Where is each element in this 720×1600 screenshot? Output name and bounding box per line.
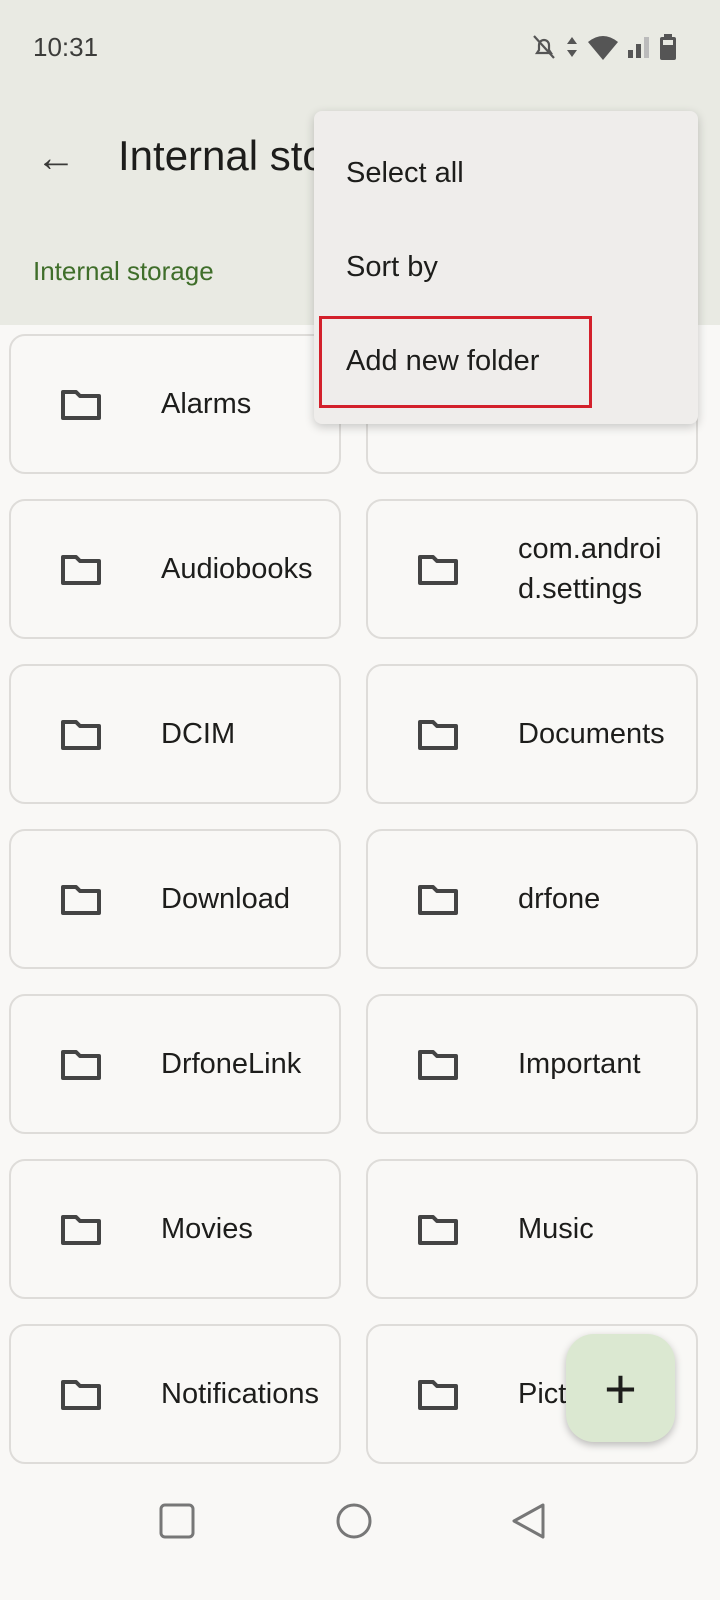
folder-name: Important [518,1048,641,1080]
data-arrows-icon [567,37,577,57]
folder-icon [418,885,458,915]
battery-icon [660,34,676,60]
menu-item-select-all[interactable]: Select all [346,157,464,190]
breadcrumb[interactable]: Internal storage [33,256,214,287]
folder-name: Alarms [161,388,252,420]
status-time: 10:31 [33,32,99,62]
folder-icon [61,885,101,915]
folder-card[interactable]: Movies [9,1159,341,1299]
folder-name: DCIM [161,718,236,750]
folder-card[interactable]: Documents [366,664,698,804]
folder-icon [61,1215,101,1245]
folder-card[interactable]: Music [366,1159,698,1299]
folder-name: Notifications [161,1378,319,1410]
folder-name: Movies [161,1213,253,1245]
folder-card[interactable]: Audiobooks [9,499,341,639]
folder-card[interactable]: Notifications [9,1324,341,1464]
folder-icon [61,1050,101,1080]
folder-name: drfone [518,883,601,915]
folder-name: DrfoneLink [161,1048,302,1080]
folder-card[interactable]: DrfoneLink [9,994,341,1134]
folder-name: Music [518,1213,594,1245]
back-nav-icon[interactable] [510,1502,546,1540]
home-icon[interactable] [335,1502,373,1540]
navigation-bar [0,1465,720,1600]
folder-icon [418,720,458,750]
folder-icon [61,720,101,750]
signal-icon [628,37,649,58]
menu-item-sort-by[interactable]: Sort by [346,251,438,284]
bell-off-icon [533,35,555,59]
wifi-icon [588,36,618,60]
folder-name: Download [161,883,290,915]
folder-card[interactable]: Important [366,994,698,1134]
add-fab-button[interactable]: + [566,1334,675,1442]
status-icons [532,34,676,60]
folder-name: Audiobooks [161,553,313,585]
menu-item-add-new-folder[interactable]: Add new folder [346,345,539,378]
folder-icon [418,555,458,585]
folder-icon [61,555,101,585]
overflow-menu: Select all Sort by Add new folder [314,111,698,424]
folder-card[interactable]: drfone [366,829,698,969]
folder-icon [61,390,101,420]
folder-icon [61,1380,101,1410]
plus-icon: + [604,1356,637,1420]
folder-icon [418,1380,458,1410]
folder-icon [418,1050,458,1080]
folder-icon [418,1215,458,1245]
folder-name: com.android.settings [518,533,662,605]
folder-card[interactable]: Alarms [9,334,341,474]
folder-name: Documents [518,718,665,750]
folder-card[interactable]: Download [9,829,341,969]
folder-card[interactable]: DCIM [9,664,341,804]
back-arrow-icon[interactable]: ← [36,136,76,181]
folder-card[interactable]: com.android.settings [366,499,698,639]
recents-icon[interactable] [159,1503,195,1539]
